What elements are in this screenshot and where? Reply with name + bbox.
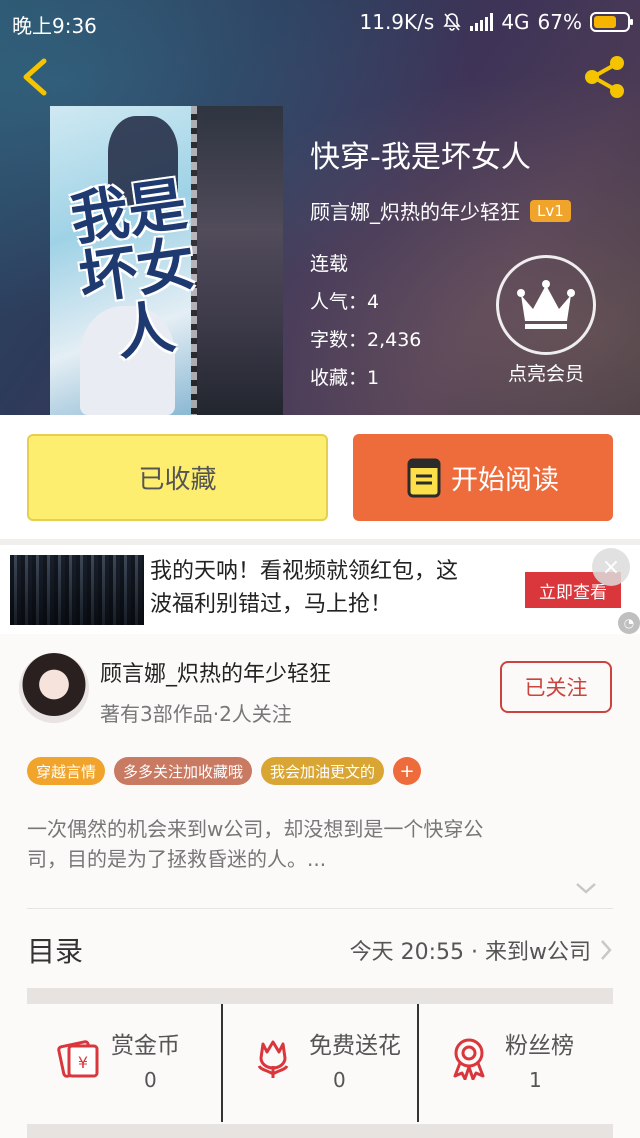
book-icon [407, 458, 441, 497]
share-icon [585, 56, 624, 98]
tag[interactable]: 穿越言情 [27, 757, 106, 785]
vip-badge [496, 255, 596, 355]
reward-coins[interactable]: ¥ 赏金币 0 [27, 1004, 221, 1122]
book-description[interactable]: 一次偶然的机会来到w公司，却没想到是一个快穿公 司，目的是为了拯救昏迷的人。..… [27, 814, 607, 874]
reward-value: 0 [333, 1068, 346, 1092]
cover-title-art: 我是坏女人 [66, 169, 200, 369]
reward-value: 1 [529, 1068, 542, 1092]
battery-icon [590, 12, 633, 32]
vip-label: 点亮会员 [507, 363, 584, 385]
status-right: 11.9K/s 4G 67% [359, 10, 633, 34]
author-link[interactable]: 顾言娜_炽热的年少轻狂 [310, 196, 520, 225]
add-tag-button[interactable]: + [393, 757, 422, 785]
tag[interactable]: 多多关注加收藏哦 [114, 757, 253, 785]
avatar[interactable] [19, 653, 89, 723]
reward-value: 0 [144, 1068, 157, 1092]
flower-icon [257, 1040, 289, 1078]
ad-line: 波福利别错过，马上抢！ [150, 592, 393, 617]
book-cover[interactable]: 我是坏女人 [50, 106, 283, 415]
divider [27, 1124, 613, 1138]
vip-button[interactable]: 点亮会员 [496, 255, 596, 386]
status-bar: 晚上9:36 11.9K/s 4G 67% [0, 0, 640, 44]
reward-label: 赏金币 [111, 1033, 180, 1059]
description-line: 一次偶然的机会来到w公司，却没想到是一个快穿公 [27, 817, 484, 841]
follow-button[interactable]: 已关注 [500, 661, 612, 713]
ad-line: 我的天呐！看视频就领红包，这 [150, 559, 459, 584]
book-title: 快穿-我是坏女人 [310, 140, 531, 175]
reward-flowers[interactable]: 免费送花 0 [221, 1004, 417, 1122]
reward-label: 粉丝榜 [505, 1033, 574, 1059]
latest-chapter: 今天 20:55 · 来到w公司 [349, 939, 591, 965]
level-badge: Lv1 [530, 199, 571, 222]
expand-description-button[interactable] [574, 878, 598, 898]
signal-icon [470, 13, 494, 31]
author-row: 顾言娜_炽热的年少轻狂 Lv1 [310, 196, 571, 225]
author-name[interactable]: 顾言娜_炽热的年少轻狂 [100, 656, 331, 688]
author-stats: 著有3部作品·2人关注 [100, 702, 292, 726]
tag-list: 穿越言情 多多关注加收藏哦 我会加油更文的 + [27, 757, 422, 785]
table-of-contents[interactable]: 目录 今天 20:55 · 来到w公司 [27, 908, 613, 990]
toc-title: 目录 [27, 934, 84, 968]
ad-text: 我的天呐！看视频就领红包，这 波福利别错过，马上抢！ [150, 555, 500, 621]
chevron-left-icon [23, 58, 47, 96]
battery-percent: 67% [537, 10, 582, 34]
start-reading-button[interactable]: 开始阅读 [353, 434, 613, 521]
tag[interactable]: 我会加油更文的 [261, 757, 385, 785]
crown-icon [517, 280, 575, 329]
network-type: 4G [501, 10, 530, 34]
start-reading-label: 开始阅读 [451, 465, 559, 496]
book-header: 晚上9:36 11.9K/s 4G 67% 我是坏女人 快穿-我是坏女人 顾言娜… [0, 0, 640, 415]
reward-fan-ranking[interactable]: 粉丝榜 1 [417, 1004, 613, 1122]
ad-banner[interactable]: 我的天呐！看视频就领红包，这 波福利别错过，马上抢！ 立即查看 × ◔ [0, 539, 640, 634]
svg-text:¥: ¥ [78, 1053, 88, 1072]
net-speed: 11.9K/s [359, 10, 435, 34]
reward-bar: ¥ 赏金币 0 免费送花 0 粉丝榜 1 [27, 1004, 613, 1122]
ad-thumbnail [10, 555, 144, 625]
action-bar: 已收藏 开始阅读 [0, 415, 640, 539]
status-time: 晚上9:36 [12, 14, 97, 38]
chevron-right-icon [601, 939, 612, 960]
back-button[interactable] [16, 55, 56, 99]
author-card: 顾言娜_炽热的年少轻狂 著有3部作品·2人关注 已关注 [0, 634, 640, 742]
share-button[interactable] [580, 52, 630, 102]
description-line: 司，目的是为了拯救昏迷的人。... [27, 847, 327, 871]
mute-bell-icon [443, 13, 461, 31]
ad-close-button[interactable]: × [592, 548, 630, 586]
book-detail-card: 顾言娜_炽热的年少轻狂 著有3部作品·2人关注 已关注 穿越言情 多多关注加收藏… [0, 634, 640, 1138]
red-envelope-icon: ¥ [57, 1040, 99, 1078]
medal-icon [453, 1038, 485, 1080]
reward-label: 免费送花 [309, 1033, 401, 1059]
divider [27, 988, 613, 1004]
chevron-down-icon [576, 883, 596, 894]
favorited-button[interactable]: 已收藏 [27, 434, 328, 521]
ad-mark-icon: ◔ [618, 612, 640, 634]
